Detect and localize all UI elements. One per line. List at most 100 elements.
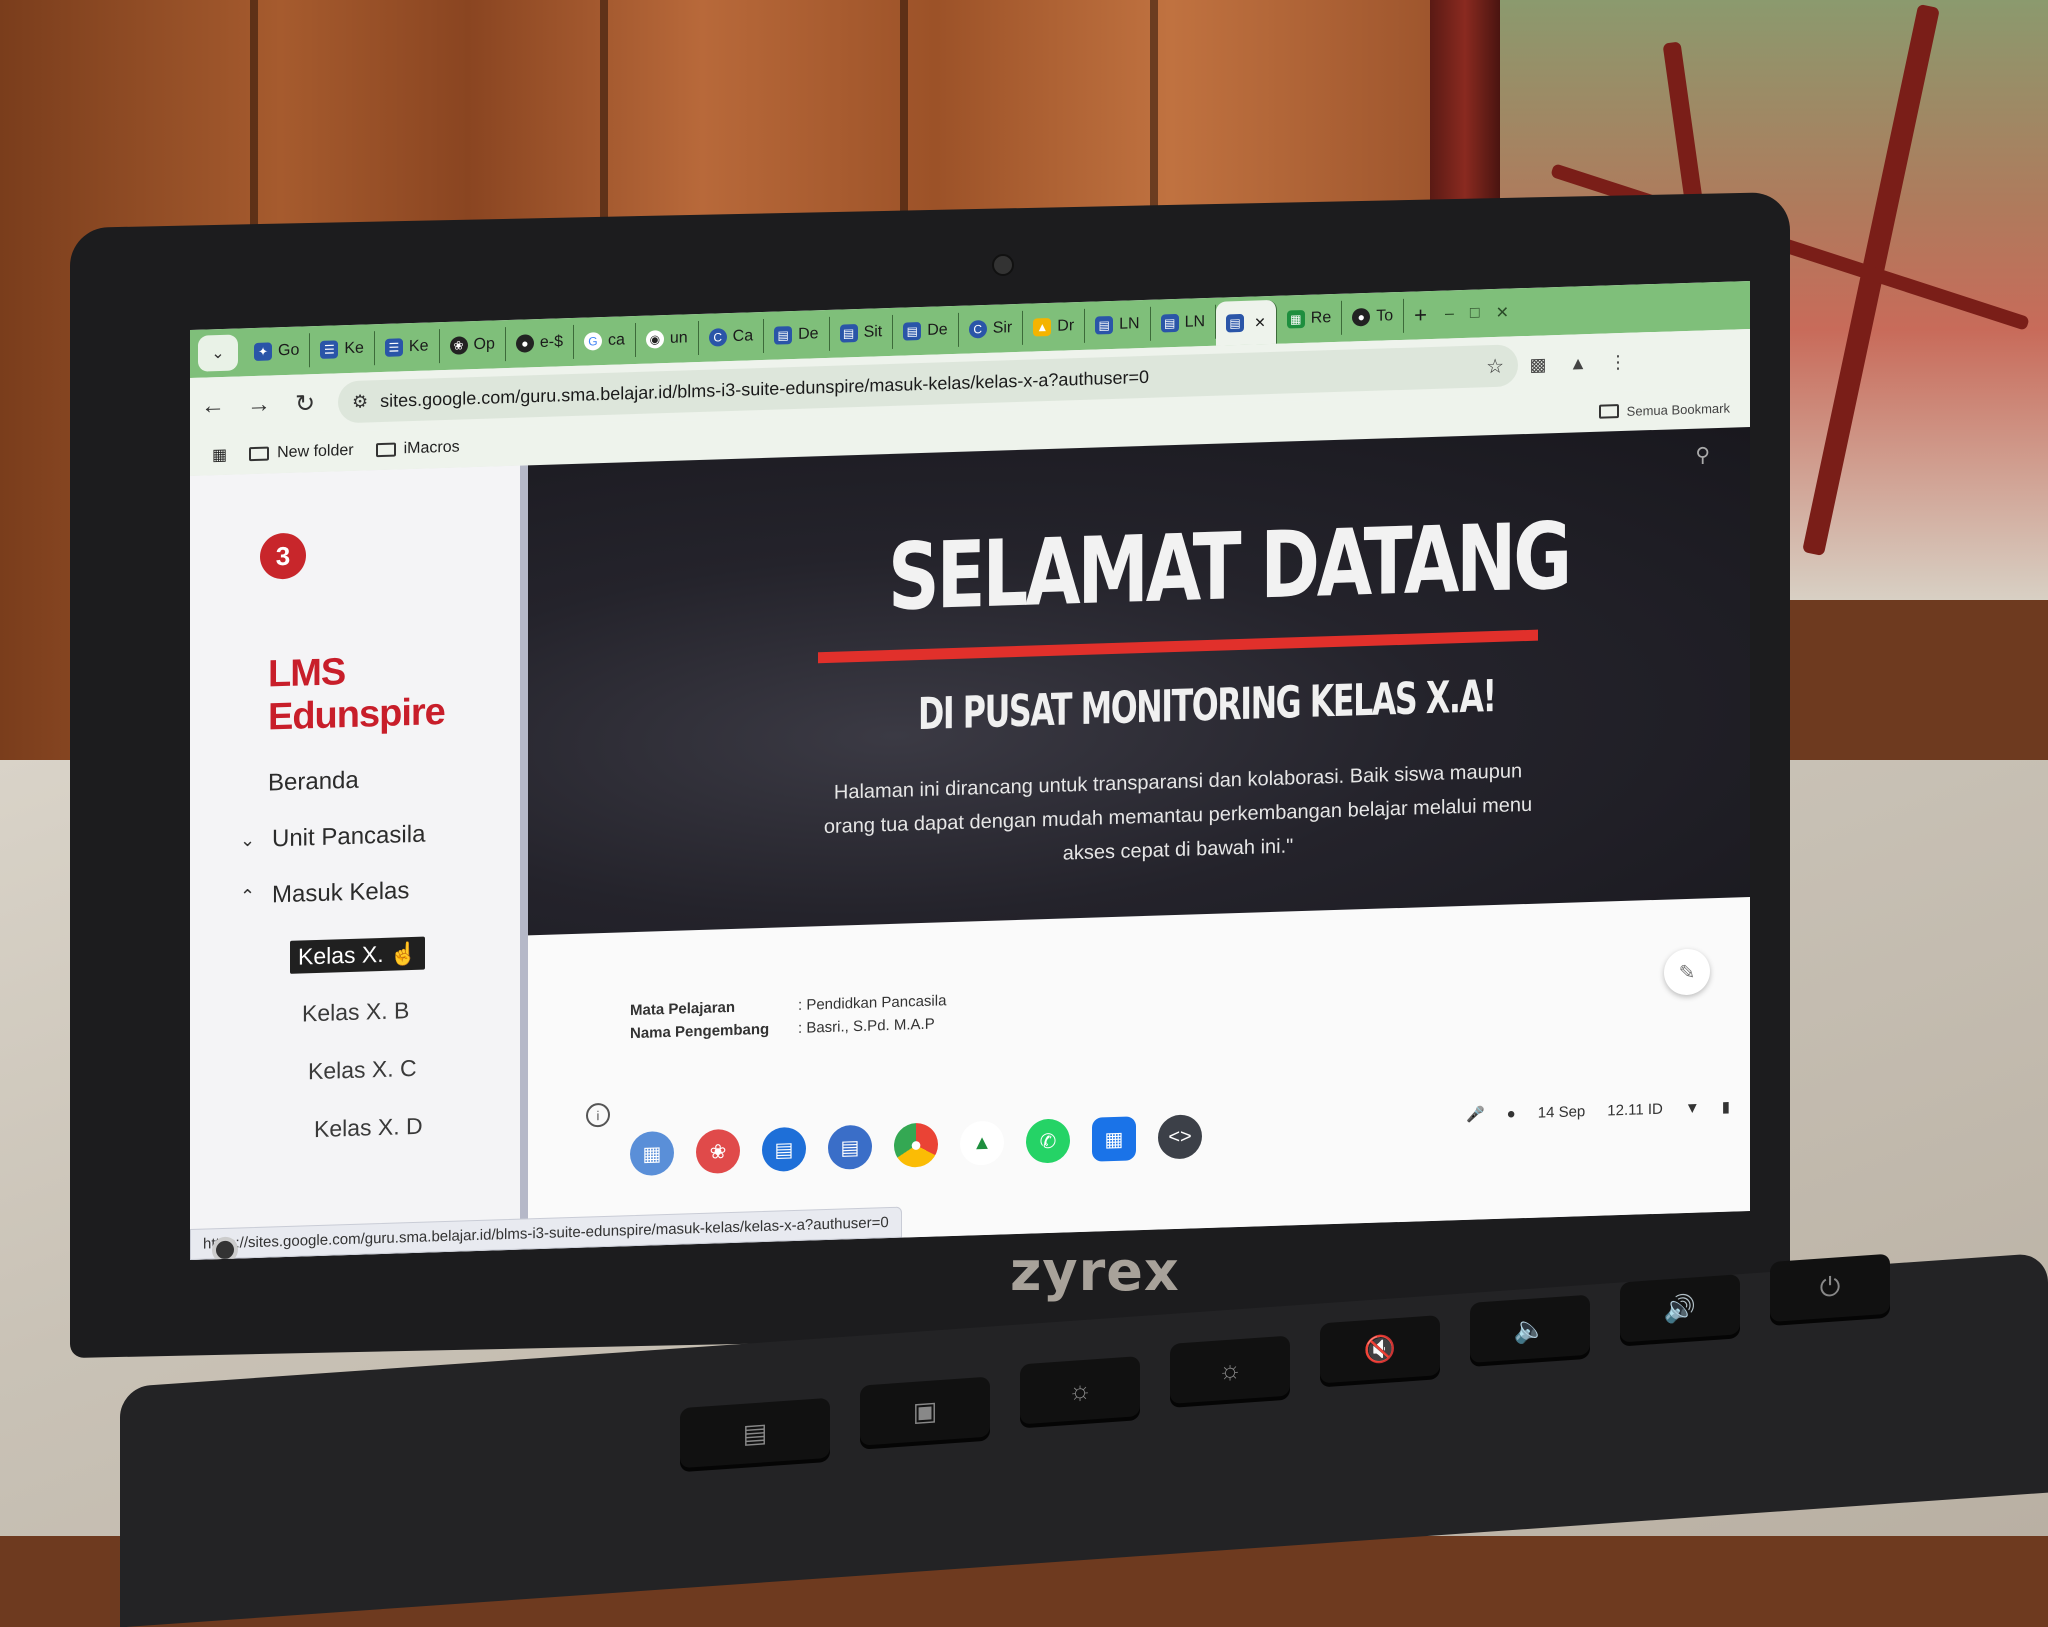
hero-banner: ⚲ SELAMAT DATANG DI PUSAT MONITORING KEL… <box>528 426 1750 936</box>
reload-icon[interactable]: ↻ <box>282 388 328 418</box>
web-page: 3 LMS Edunspire Beranda ⌄ Unit Pancasila … <box>190 426 1750 1260</box>
launcher-icon[interactable] <box>212 1236 238 1260</box>
new-tab-button[interactable]: + <box>1404 302 1437 329</box>
bookmark-new-folder[interactable]: New folder <box>249 442 354 463</box>
nav-kelas-x-c[interactable]: Kelas X. C <box>308 1055 417 1085</box>
hand-cursor-icon: ☝ <box>389 940 418 967</box>
key: 🔊 <box>1620 1274 1740 1343</box>
nav-masuk-kelas[interactable]: ⌃ Masuk Kelas <box>240 877 409 910</box>
forward-icon[interactable]: → <box>236 390 282 419</box>
hero-subtitle: DI PUSAT MONITORING KELAS X.A! <box>918 670 1496 741</box>
apps-icon[interactable]: ▦ <box>212 445 227 465</box>
translate-icon[interactable]: ▩ <box>1518 354 1558 376</box>
site-title[interactable]: LMS Edunspire <box>268 646 520 740</box>
site-logo[interactable]: 3 <box>260 532 306 580</box>
system-tray[interactable]: 🎤 ● 14 Sep 12.11 ID ▼ ▮ <box>1466 1098 1730 1124</box>
back-icon[interactable]: ← <box>190 392 236 421</box>
chevron-down-icon[interactable]: ⌄ <box>240 829 258 851</box>
files-icon[interactable]: ▦ <box>630 1130 674 1177</box>
search-icon[interactable]: ⚲ <box>1695 442 1710 467</box>
chevron-up-icon[interactable]: ⌃ <box>240 885 258 907</box>
sparkle-icon: ✦ <box>254 342 272 361</box>
webcam <box>992 254 1014 276</box>
minimize-icon[interactable]: – <box>1437 305 1462 324</box>
info-icon[interactable]: i <box>586 1102 610 1128</box>
tab-active[interactable]: ▤ ✕ <box>1216 299 1277 346</box>
tab[interactable]: C Sir <box>958 310 1024 347</box>
page-icon: ▤ <box>1095 315 1114 335</box>
openai-icon: ❀ <box>449 336 468 355</box>
key: ⏻ <box>1770 1253 1890 1323</box>
table-icon: ▦ <box>1286 309 1305 329</box>
tab[interactable]: ☰ Ke <box>310 331 375 368</box>
key: 🔈 <box>1470 1294 1590 1364</box>
os-shelf: ▦ ❀ ▤ ▤ ● ▲ ✆ ▦ <> <box>630 1104 1202 1186</box>
battery-icon: ▮ <box>1721 1098 1730 1116</box>
folder-icon <box>375 442 396 458</box>
mic-icon[interactable]: 🎤 <box>1466 1105 1485 1124</box>
tab[interactable]: Gca <box>573 322 636 359</box>
key: ▤ <box>680 1397 830 1469</box>
mapel-label: Mata Pelajaran <box>630 998 736 1020</box>
edit-pencil-button[interactable]: ✎ <box>1664 948 1710 996</box>
all-bookmarks[interactable]: Semua Bookmark <box>1598 400 1730 419</box>
nav-beranda[interactable]: Beranda <box>268 767 359 798</box>
course-info: Mata Pelajaran : Pendidkan Pancasila Nam… <box>630 992 946 1048</box>
page-icon: ▤ <box>903 322 922 341</box>
paint-icon[interactable]: ❀ <box>696 1128 740 1175</box>
tab[interactable]: ❀ Op <box>439 327 506 364</box>
menu-icon[interactable]: ⋮ <box>1598 351 1638 373</box>
tab[interactable]: ▦ Re <box>1276 300 1343 337</box>
pengembang-label: Nama Pengembang <box>630 1020 770 1043</box>
maximize-icon[interactable]: □ <box>1462 304 1488 323</box>
close-icon[interactable]: ✕ <box>1254 314 1266 331</box>
info-row: Mata Pelajaran : Pendidkan Pancasila <box>630 992 946 1019</box>
close-window-icon[interactable]: ✕ <box>1488 302 1517 323</box>
tab[interactable]: ◉ un <box>635 321 699 357</box>
globe-icon: ● <box>1352 307 1371 327</box>
pengembang-value: : Basri., S.Pd. M.A.P <box>798 1015 935 1037</box>
key: ▣ <box>860 1376 990 1446</box>
drive-icon: ▲ <box>1033 317 1052 337</box>
tab[interactable]: ● e-$ <box>505 324 574 362</box>
site-info-icon[interactable]: ⚙ <box>352 391 368 413</box>
mapel-value: : Pendidkan Pancasila <box>798 992 947 1014</box>
code-icon[interactable]: <> <box>1158 1114 1202 1160</box>
nav-kelas-x-d[interactable]: Kelas X. D <box>314 1113 423 1143</box>
nav-kelas-x-a[interactable]: Kelas X. ☝ <box>290 936 426 974</box>
nav-kelas-x-b[interactable]: Kelas X. B <box>302 997 409 1027</box>
hero-title: SELAMAT DATANG <box>888 502 1570 632</box>
sheet-icon: ☰ <box>320 340 339 359</box>
folder-icon <box>1598 404 1619 419</box>
folder-icon <box>249 446 270 462</box>
whatsapp-icon[interactable]: ✆ <box>1026 1118 1070 1164</box>
tab[interactable]: ▤ LN <box>1150 304 1217 341</box>
chrome-icon[interactable]: ● <box>894 1122 938 1168</box>
classroom-icon[interactable]: ▤ <box>762 1126 806 1173</box>
page-icon: ▤ <box>774 326 793 345</box>
laptop-screen: ⌄ ✦ Go ☰ Ke ☰ Ke ❀ Op ● e-$ Gca ◉ un C Ca ▤ De ▤… <box>190 280 1750 1260</box>
bookmark-star-icon[interactable]: ☆ <box>1486 353 1504 379</box>
tab[interactable]: ● To <box>1342 298 1405 335</box>
key: ☼ <box>1020 1356 1140 1425</box>
book-icon[interactable]: ▤ <box>828 1124 872 1170</box>
record-icon[interactable]: ● <box>1507 1105 1516 1122</box>
tab-search-button[interactable]: ⌄ <box>198 334 238 372</box>
drive-icon[interactable]: ▲ <box>960 1120 1004 1166</box>
bookmark-imacros[interactable]: iMacros <box>375 439 460 460</box>
tab[interactable]: ▤ LN <box>1085 306 1151 343</box>
google-icon: G <box>583 332 602 351</box>
tab[interactable]: C Ca <box>698 318 765 356</box>
tab[interactable]: ▤ De <box>764 316 830 353</box>
site-sidebar: 3 LMS Edunspire Beranda ⌄ Unit Pancasila … <box>190 465 528 1260</box>
tab[interactable]: ✦ Go <box>244 333 311 370</box>
tab[interactable]: ▤ De <box>893 312 959 349</box>
tray-time: 12.11 ID <box>1607 1100 1663 1119</box>
extensions-icon[interactable]: ▲ <box>1558 352 1598 374</box>
tab[interactable]: ☰ Ke <box>374 329 440 366</box>
tab[interactable]: ▲ Dr <box>1023 308 1086 345</box>
tab[interactable]: ▤ Sit <box>829 314 894 351</box>
hero-description: Halaman ini dirancang untuk transparansi… <box>823 760 1533 865</box>
folder-icon[interactable]: ▦ <box>1092 1116 1136 1162</box>
nav-unit-pancasila[interactable]: ⌄ Unit Pancasila <box>240 821 425 855</box>
